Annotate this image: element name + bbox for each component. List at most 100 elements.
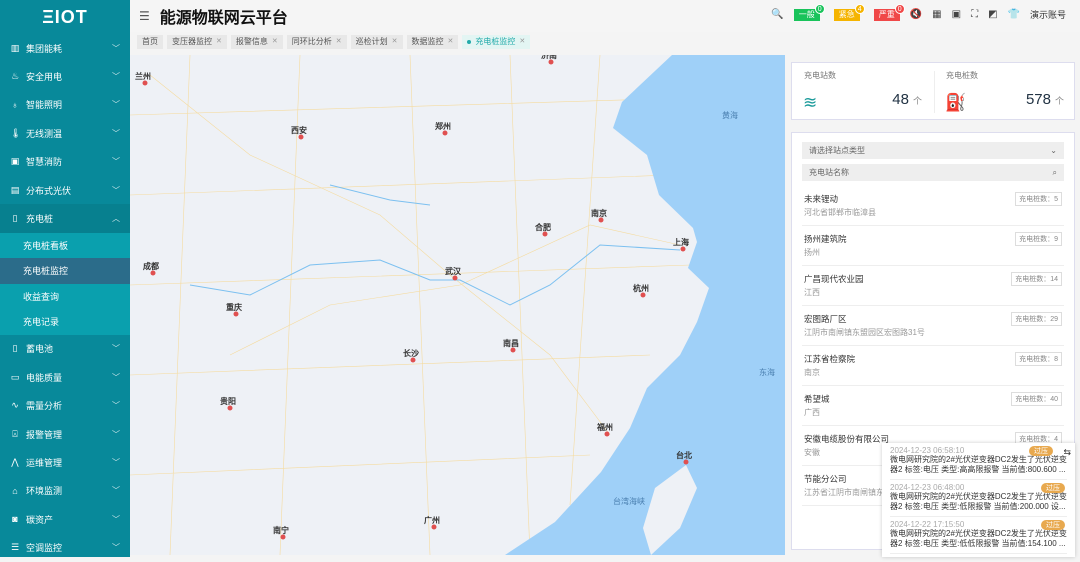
alert-item[interactable]: 2024-12-23 06:48:00 过压 微电网研究院的2#光伏逆变器DC2发生… <box>890 480 1067 517</box>
tab[interactable]: 首页 <box>137 35 163 49</box>
station-list-item[interactable]: 扬州建筑院 扬州 充电桩数：9 <box>802 226 1064 266</box>
station-list-item[interactable]: 宏图路厂区 江阴市南闸镇东盟园区宏图路31号 充电桩数：29 <box>802 306 1064 346</box>
stat-value: 48 <box>892 91 909 108</box>
header: ☰ 能源物联网云平台 🔍 一般 0 紧急 4 严重 0 🔇 ▦ ▣ ⛶ ◩ 👕 演示账号 <box>130 0 1080 32</box>
search-icon[interactable]: 🔍 <box>771 9 783 20</box>
sidebar-item[interactable]: ▤ 分布式光伏 ﹀ <box>0 176 130 204</box>
alert-item[interactable]: 2024-12-23 06:58:10 过压 微电网研究院的2#光伏逆变器DC2发生… <box>890 443 1067 480</box>
station-address: 南京 <box>804 368 820 377</box>
city-marker <box>548 59 554 65</box>
city-marker <box>452 275 458 281</box>
chevron-down-icon: ﹀ <box>112 372 120 382</box>
sidebar-item[interactable]: ♨ 安全用电 ﹀ <box>0 62 130 90</box>
alert-badge[interactable]: 一般 0 <box>793 3 825 21</box>
city-marker <box>142 80 148 86</box>
city-label: 合肥 <box>534 222 551 232</box>
city-label: 兰州 <box>135 71 151 81</box>
user-account[interactable]: 演示账号 <box>1030 8 1066 21</box>
pile-count-badge: 充电桩数：8 <box>1015 352 1062 366</box>
station-name: 节能分公司 <box>804 474 847 484</box>
tab-bar: 首页 变压器监控 ✕ 报警信息 ✕ 同环比分析 ✕ 巡检计划 ✕ 数据监控 ✕ 充电桩监控 ✕ <box>137 35 531 49</box>
station-address: 广西 <box>804 408 820 417</box>
sidebar-item[interactable]: ⌂ 环境监测 ﹀ <box>0 477 130 505</box>
logo: ΞIOT <box>42 6 88 27</box>
sidebar-item[interactable]: ◙ 碳资产 ﹀ <box>0 505 130 533</box>
alert-popup: ⇆ 2024-12-23 06:58:10 过压 微电网研究院的2#光伏逆变器DC2… <box>882 443 1075 557</box>
sidebar-subitem[interactable]: 充电桩看板 <box>0 232 130 259</box>
close-icon[interactable]: ✕ <box>448 35 454 49</box>
map[interactable]: 兰州 西安 郑州 济南 南京 合肥 上海 武汉 杭州 成都 重庆 长沙 南昌 贵阳 福州 台北 广州 南宁 黄海 东海… <box>130 55 785 555</box>
sidebar-subitem[interactable]: 充电桩监控 <box>0 258 130 284</box>
sidebar-item[interactable]: ∿ 需量分析 ﹀ <box>0 392 130 420</box>
tab[interactable]: 报警信息 ✕ <box>230 35 283 49</box>
pile-count-stat: 充电桩数 ⛽ 578 个 <box>934 63 1076 121</box>
fullscreen-icon[interactable]: ⛶ <box>971 9 978 20</box>
station-type-select[interactable]: 请选择站点类型 ⌄ <box>802 142 1064 159</box>
alert-badge[interactable]: 紧急 4 <box>833 3 865 21</box>
alert-badge[interactable]: 严重 0 <box>873 3 905 21</box>
sidebar-item-label: 充电桩 <box>26 214 54 225</box>
sidebar-item[interactable]: ▥ 集团能耗 ﹀ <box>0 34 130 62</box>
station-name: 宏图路厂区 <box>804 314 847 324</box>
city-marker <box>604 431 610 437</box>
city-marker <box>227 405 233 411</box>
station-list-item[interactable]: 江苏省检察院 南京 充电桩数：8 <box>802 346 1064 386</box>
station-address: 江苏省江阴市南闸镇东 <box>804 488 884 497</box>
station-address: 扬州 <box>804 248 820 257</box>
close-icon[interactable]: ✕ <box>519 35 525 49</box>
close-icon[interactable]: ✕ <box>272 35 278 49</box>
layout-icon[interactable]: ▦ <box>932 9 941 20</box>
station-name: 未来锂动 <box>804 194 839 204</box>
sidebar-item[interactable]: ▭ 电能质量 ﹀ <box>0 363 130 391</box>
sidebar-item[interactable]: ▣ 智慧消防 ﹀ <box>0 148 130 176</box>
station-list-item[interactable]: 未来锂动 河北省邯郸市临漳县 充电桩数：5 <box>802 186 1064 226</box>
flame-icon: ♨ <box>10 71 20 82</box>
city-marker <box>640 292 646 298</box>
sidebar-item[interactable]: ⍓ 报警管理 ﹀ <box>0 420 130 448</box>
close-icon[interactable]: ✕ <box>216 35 222 49</box>
sidebar-item[interactable]: ⋀ 运维管理 ﹀ <box>0 448 130 476</box>
city-label: 郑州 <box>435 121 451 131</box>
theme-shirt-icon[interactable]: 👕 <box>1008 9 1020 20</box>
screen-icon[interactable]: ▣ <box>952 9 961 20</box>
sidebar-item[interactable]: ▯ 蓄电池 ﹀ <box>0 335 130 363</box>
sea <box>505 55 785 555</box>
chart-icon: ∿ <box>11 400 19 411</box>
tab[interactable]: 数据监控 ✕ <box>406 35 459 49</box>
station-name-search[interactable]: 充电站名称 ⌕ <box>802 164 1064 181</box>
fuel-pump-icon: ⛽ <box>945 93 967 112</box>
active-dot <box>467 40 472 44</box>
close-icon[interactable]: ✕ <box>392 35 398 49</box>
sidebar-item[interactable]: ▯ 充电桩 ︿ <box>0 204 130 233</box>
tab[interactable]: 巡检计划 ✕ <box>350 35 403 49</box>
building-icon: ▥ <box>10 42 20 53</box>
badge-count: 0 <box>814 3 825 14</box>
alert-item[interactable]: 2024-12-22 17:15:50 过压 微电网研究院的2#光伏逆变器DC2发生… <box>890 517 1067 554</box>
tab[interactable]: 充电桩监控 ✕ <box>462 35 531 49</box>
close-icon[interactable]: ✕ <box>336 35 342 49</box>
city-label: 西安 <box>291 125 307 135</box>
tab[interactable]: 变压器监控 ✕ <box>167 35 227 49</box>
sidebar-item[interactable]: 🌡 无线测温 ﹀ <box>0 119 130 147</box>
sidebar-item[interactable]: ♁ 智能照明 ﹀ <box>0 91 130 119</box>
station-list-item[interactable]: 广昌现代农业园 江西 充电桩数：14 <box>802 266 1064 306</box>
tab[interactable]: 同环比分析 ✕ <box>286 35 347 49</box>
sidebar-subitem[interactable]: 收益查询 <box>0 283 130 310</box>
station-list-item[interactable]: 希望城 广西 充电桩数：40 <box>802 386 1064 426</box>
tab-label: 同环比分析 <box>291 37 332 46</box>
chevron-down-icon: ﹀ <box>112 157 120 167</box>
alarm-icon: ⍓ <box>12 428 18 439</box>
city-label: 重庆 <box>226 302 242 312</box>
menu-toggle-icon[interactable]: ☰ <box>139 9 150 23</box>
sidebar-item[interactable]: ☰ 空调监控 ﹀ <box>0 533 130 561</box>
translate-icon[interactable]: ◩ <box>988 9 997 20</box>
select-placeholder: 请选择站点类型 <box>809 146 865 155</box>
alert-tag: 过压 <box>1041 520 1065 530</box>
sidebar-subitem[interactable]: 充电记录 <box>0 309 130 335</box>
thermometer-icon: 🌡 <box>10 127 22 138</box>
solar-icon: ▤ <box>10 184 20 195</box>
alert-message: 微电网研究院的2#光伏逆变器DC2发生了光伏逆变器2 标签:电压 类型:低限报警… <box>890 492 1067 511</box>
sidebar-item-label: 空调监控 <box>26 543 63 554</box>
mute-icon[interactable]: 🔇 <box>910 9 922 20</box>
alert-message: 微电网研究院的2#光伏逆变器DC2发生了光伏逆变器2 标签:电压 类型:低低限报… <box>890 529 1067 548</box>
